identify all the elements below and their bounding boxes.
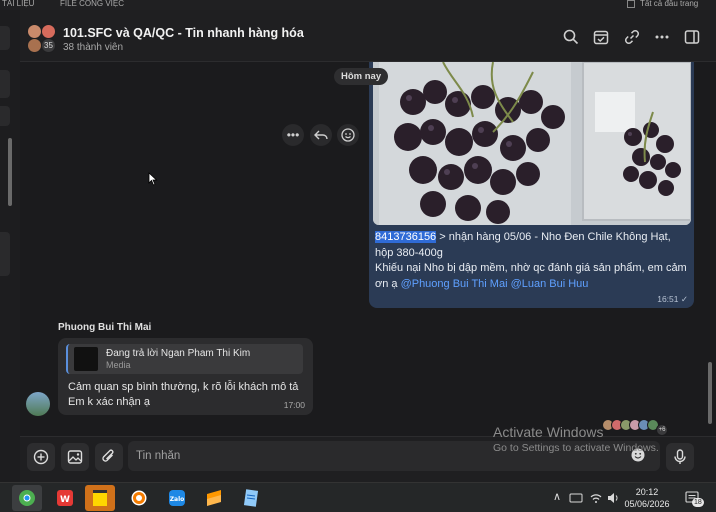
taskbar-notepad[interactable] [236, 485, 266, 511]
quote-type: Media [106, 360, 131, 370]
member-count[interactable]: 38 thành viên [63, 42, 123, 53]
chevron-up-icon[interactable]: ∧ [553, 490, 561, 503]
system-clock[interactable]: 20:12 05/06/2026 [622, 486, 672, 510]
message-list[interactable]: 8413736156 > nhận hàng 05/06 - Nho Đen C… [20, 62, 716, 436]
plus-circle-icon [33, 449, 49, 465]
quote-thumbnail [74, 347, 98, 371]
taskbar-zalo[interactable]: Zalo [162, 485, 192, 511]
avatar [27, 38, 42, 53]
chrome-icon [19, 490, 35, 506]
wps-office-icon: W [57, 490, 73, 506]
quoted-reply[interactable]: Đang trả lời Ngan Pham Thi Kim Media [66, 344, 303, 374]
volume-icon[interactable] [606, 491, 620, 505]
ring-app-icon [131, 490, 147, 506]
incoming-message-text[interactable]: Cảm quan sp bình thường, k rõ lỗi khách … [68, 380, 308, 410]
calendar-check-icon[interactable] [592, 28, 610, 46]
rail-tab-2[interactable] [0, 70, 10, 98]
outgoing-message-text[interactable]: 8413736156 > nhận hàng 05/06 - Nho Đen C… [375, 230, 690, 292]
chat-header: 35 101.SFC và QA/QC - Tin nhanh hàng hóa… [20, 10, 716, 62]
grape-photo-icon [373, 62, 691, 225]
react-emoji-icon[interactable] [337, 124, 359, 146]
attach-file-button[interactable] [95, 443, 123, 471]
clock-time: 20:12 [635, 487, 659, 497]
message-line: Em k xác nhận ạ [68, 396, 150, 408]
bookmark-bar: TÀI LIỆU FILE CÔNG VIỆC Tất cả đầu trang [0, 0, 716, 10]
read-receipts[interactable]: +6 [602, 418, 668, 436]
taskbar-sublime[interactable] [199, 485, 229, 511]
sidebar-toggle-icon[interactable] [683, 28, 701, 46]
svg-text:W: W [60, 495, 70, 505]
paperclip-icon [102, 449, 114, 462]
clock-date: 05/06/2026 [624, 499, 670, 509]
ticket-number[interactable]: 8413736156 [375, 231, 437, 243]
search-icon[interactable] [562, 28, 580, 46]
wifi-icon[interactable] [589, 491, 603, 505]
notification-count-badge: 18 [692, 498, 704, 507]
bookmark-tai-lieu[interactable]: TÀI LIỆU [2, 0, 34, 8]
reply-icon[interactable] [310, 124, 332, 146]
bookmark-file-cong-viec[interactable]: FILE CÔNG VIỆC [60, 0, 124, 8]
sender-name[interactable]: Phuong Bui Thi Mai [58, 322, 151, 333]
rail-tab-3[interactable] [0, 106, 10, 126]
more-icon[interactable] [653, 28, 671, 46]
taskbar: W Zalo ∧ 20:12 05/06/2026 18 [0, 482, 716, 512]
message-time: 16:51 ✓ [657, 294, 688, 305]
taskbar-sticky-notes[interactable] [85, 485, 115, 511]
incoming-message[interactable]: Đang trả lời Ngan Pham Thi Kim Media Cảm… [58, 338, 313, 415]
sent-check-icon: ✓ [680, 294, 688, 304]
mouse-cursor-icon [148, 172, 158, 186]
notepad-icon [243, 489, 259, 507]
message-time: 17:00 [283, 400, 305, 410]
image-sticker-button[interactable] [61, 443, 89, 471]
taskbar-chrome[interactable] [12, 485, 42, 511]
message-input[interactable] [128, 441, 660, 471]
image-icon [67, 450, 83, 464]
page-title[interactable]: 101.SFC và QA/QC - Tin nhanh hàng hóa [63, 26, 304, 40]
reply-arrow-icon [314, 130, 328, 140]
chat-scrollbar[interactable] [708, 362, 712, 424]
outgoing-message[interactable]: 8413736156 > nhận hàng 05/06 - Nho Đen C… [369, 62, 694, 308]
quote-title: Đang trả lời Ngan Pham Thi Kim [106, 348, 251, 359]
smile-icon [341, 128, 355, 142]
rail-tab-4[interactable] [0, 232, 10, 276]
emoji-icon[interactable] [630, 447, 646, 463]
left-rail [0, 10, 20, 482]
avatar-count: 35 [41, 38, 56, 53]
keyboard-language-icon[interactable] [569, 491, 583, 505]
svg-text:Zalo: Zalo [170, 496, 185, 503]
checkbox-icon[interactable] [627, 0, 635, 8]
avatar [27, 24, 42, 39]
avatar[interactable] [26, 392, 50, 416]
avatar [41, 24, 56, 39]
mention-link[interactable]: @Phuong Bui Thi Mai [401, 278, 508, 290]
rail-tab-1[interactable] [0, 26, 10, 50]
voice-record-button[interactable] [666, 443, 694, 471]
more-options-icon[interactable]: ••• [282, 124, 304, 146]
taskbar-app-orange[interactable] [124, 485, 154, 511]
rail-scrollbar[interactable] [8, 138, 12, 206]
group-avatar[interactable]: 35 [27, 24, 57, 54]
mention-link[interactable]: @Luan Bui Huu [511, 278, 589, 290]
add-button[interactable] [27, 443, 55, 471]
screen: TÀI LIỆU FILE CÔNG VIỆC Tất cả đầu trang… [0, 0, 716, 512]
reader-count: +6 [656, 424, 668, 436]
message-composer [20, 436, 716, 482]
message-time-text: 16:51 [657, 294, 679, 304]
microphone-icon [674, 449, 686, 464]
link-icon[interactable] [623, 28, 641, 46]
sublime-text-icon [207, 490, 221, 506]
message-line: Cảm quan sp bình thường, k rõ lỗi khách … [68, 381, 299, 393]
product-photo[interactable] [373, 62, 691, 225]
sticky-notes-icon [93, 490, 107, 506]
date-separator: Hôm nay [334, 68, 389, 85]
zalo-icon: Zalo [169, 490, 185, 506]
bookmark-all[interactable]: Tất cả đầu trang [640, 0, 698, 8]
taskbar-wps[interactable]: W [50, 485, 80, 511]
notification-center-icon[interactable]: 18 [684, 489, 704, 507]
